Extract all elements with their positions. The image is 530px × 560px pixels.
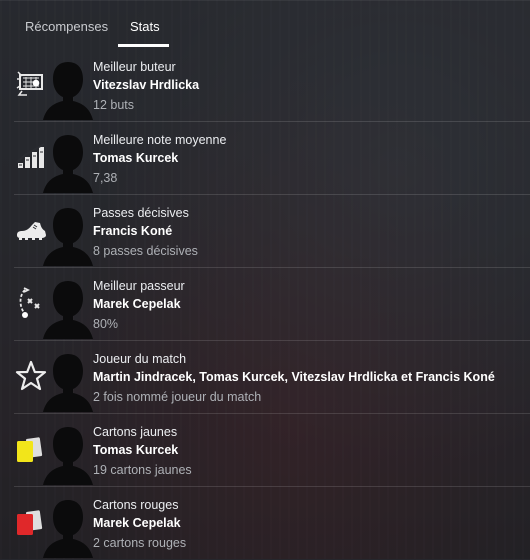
stat-value: 80% [93,317,119,331]
tab-bar: Récompenses Stats [0,1,530,47]
avatar [43,62,93,120]
stat-value: 2 fois nommé joueur du match [93,390,262,404]
stat-row-best-passer[interactable]: Meilleur passeur Marek Cepelak 80% [14,268,530,341]
player-name[interactable]: Francis Koné [93,221,526,242]
player-name[interactable]: Marek Cepelak [93,513,526,534]
tab-stats[interactable]: Stats [130,19,160,34]
avatar [43,500,93,558]
stats-list: Meilleur buteur Vitezslav Hrdlicka 12 bu… [0,49,530,559]
avatar [43,208,93,266]
stat-value: 12 buts [93,98,135,112]
stat-label: Meilleure note moyenne [93,133,227,147]
stat-row-player-of-the-match[interactable]: Joueur du match Martin Jindracek, Tomas … [14,341,530,414]
player-name[interactable]: Tomas Kurcek [93,148,526,169]
stat-row-assists[interactable]: Passes décisives Francis Koné 8 passes d… [14,195,530,268]
avatar [43,354,93,412]
avatar [43,135,93,193]
stat-row-yellow-cards[interactable]: Cartons jaunes Tomas Kurcek 19 cartons j… [14,414,530,487]
stat-row-red-cards[interactable]: Cartons rouges Marek Cepelak 2 cartons r… [14,487,530,559]
tab-recompenses[interactable]: Récompenses [25,19,108,34]
stat-label: Meilleur buteur [93,60,176,74]
stat-label: Meilleur passeur [93,279,185,293]
stat-value: 19 cartons jaunes [93,463,192,477]
stat-label: Cartons jaunes [93,425,178,439]
avatar [43,281,93,339]
stat-value: 8 passes décisives [93,244,198,258]
stat-row-best-rating[interactable]: Meilleure note moyenne Tomas Kurcek 7,38 [14,122,530,195]
stat-label: Passes décisives [93,206,189,220]
player-names[interactable]: Martin Jindracek, Tomas Kurcek, Vitezsla… [93,367,526,388]
stats-panel: Récompenses Stats Meilleur buteur Vitezs [0,0,530,560]
stat-value: 2 cartons rouges [93,536,187,550]
stat-row-top-scorer[interactable]: Meilleur buteur Vitezslav Hrdlicka 12 bu… [14,49,530,122]
stat-value: 7,38 [93,171,118,185]
player-name[interactable]: Vitezslav Hrdlicka [93,75,526,96]
stat-label: Cartons rouges [93,498,179,512]
active-tab-underline [118,44,169,47]
stat-label: Joueur du match [93,352,187,366]
player-name[interactable]: Marek Cepelak [93,294,526,315]
player-name[interactable]: Tomas Kurcek [93,440,526,461]
avatar [43,427,93,485]
